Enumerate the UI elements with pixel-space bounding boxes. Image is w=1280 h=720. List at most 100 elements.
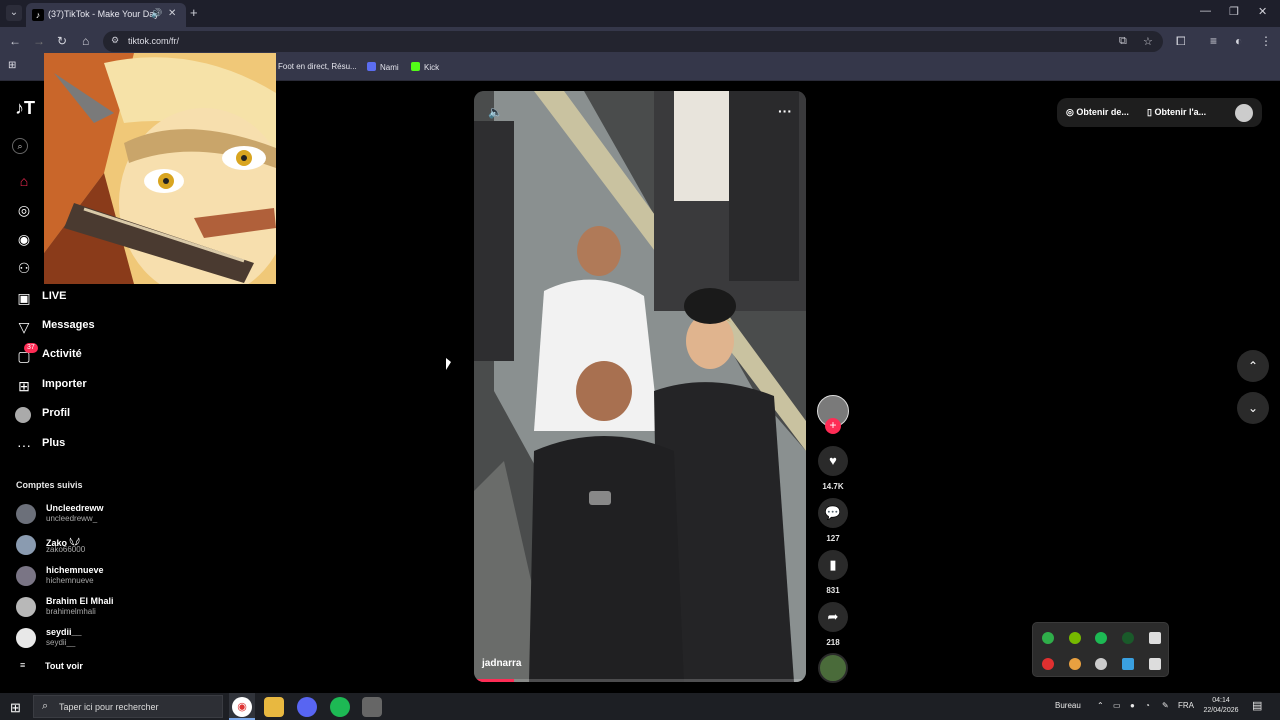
followed-account[interactable]: Zako 𓆩𓆪 zako66000	[16, 533, 216, 561]
video-author[interactable]: jadnarra	[482, 658, 521, 669]
overlay-image	[44, 53, 276, 284]
nav-label: Messages	[42, 319, 95, 331]
forward-icon[interactable]: →	[33, 34, 45, 48]
spotify-icon[interactable]	[1095, 632, 1107, 644]
clock-time: 04:14	[1212, 697, 1230, 704]
nav-label: Activité	[42, 348, 82, 360]
home-icon[interactable]: ⌂	[82, 34, 89, 48]
tab-search-button[interactable]: ⌄	[6, 5, 22, 21]
clock[interactable]: 04:14 22/04/2026	[1198, 696, 1244, 716]
close-window-button[interactable]: ✕	[1258, 5, 1267, 18]
nvidia-icon[interactable]	[1069, 632, 1081, 644]
followed-account[interactable]: Uncleedreww uncleedreww_	[16, 502, 216, 530]
media-icon[interactable]: ≡	[1210, 34, 1217, 48]
search-icon[interactable]: ⌕	[12, 138, 28, 154]
share-count: 218	[826, 638, 840, 647]
bookmark-label: Foot en direct, Résu...	[278, 62, 357, 71]
top-right-toolbar: ◎ Obtenir de... ▯ Obtenir l'a...	[1057, 98, 1262, 127]
share-icon[interactable]: ➦	[818, 602, 848, 632]
browser-tab-bar: ⌄ ♪ (37)TikTok - Make Your Day 🔊 ✕ + — ❐…	[0, 0, 1280, 27]
nav-profile[interactable]: Profil	[15, 404, 215, 426]
browser-menu-icon[interactable]: ⋮	[1260, 34, 1272, 48]
followed-account[interactable]: hichemnueve hichemnueve	[16, 564, 216, 592]
system-tray-overflow	[1032, 622, 1169, 677]
bookmark-star-icon[interactable]: ☆	[1143, 35, 1153, 48]
pen-icon[interactable]	[1095, 658, 1107, 670]
bookmark-item[interactable]: Foot en direct, Résu...	[278, 62, 357, 71]
microphone-icon[interactable]: ●	[1130, 701, 1135, 710]
bookmark-icon[interactable]: ▮	[818, 550, 848, 580]
follow-plus-icon[interactable]: +	[825, 418, 841, 434]
wifi-icon[interactable]: ◔	[1145, 701, 1150, 710]
taskbar-search-placeholder: Taper ici pour rechercher	[59, 702, 159, 712]
like-count: 14.7K	[822, 482, 844, 491]
tray-chevron-icon[interactable]: ⌃	[1097, 701, 1104, 710]
music-disc-icon[interactable]	[818, 653, 848, 683]
taskbar-search[interactable]: ⌕ Taper ici pour rechercher	[33, 695, 223, 718]
like-icon[interactable]: ♥	[818, 446, 848, 476]
nav-messages[interactable]: ▽ Messages	[15, 316, 215, 338]
address-bar[interactable]: ⚙ tiktok.com/fr/ ⧉ ☆	[103, 31, 1163, 52]
language-indicator[interactable]: FRA	[1178, 701, 1194, 710]
speaker-icon[interactable]: 🔊	[151, 8, 162, 19]
bookmark-item[interactable]: Kick	[411, 62, 439, 72]
video-progress-bar[interactable]	[474, 679, 806, 682]
close-tab-icon[interactable]: ✕	[168, 8, 176, 19]
notification-icon[interactable]: ▤	[1252, 699, 1262, 712]
nav-upload[interactable]: ⊞ Importer	[15, 375, 215, 397]
mic-icon[interactable]	[1042, 658, 1054, 670]
spotify-icon[interactable]	[330, 697, 350, 717]
get-coins-button[interactable]: ◎ Obtenir de...	[1066, 107, 1129, 118]
extensions-icon[interactable]: ⧠	[1176, 34, 1186, 49]
windows-start-icon[interactable]: ⊞	[10, 700, 21, 716]
install-app-icon[interactable]: ⧉	[1119, 35, 1127, 48]
tray-app-icon[interactable]	[1042, 632, 1054, 644]
nav-live[interactable]: ▣ LIVE	[15, 287, 215, 309]
back-icon[interactable]: ←	[9, 34, 21, 48]
chrome-icon[interactable]: ◉	[232, 697, 252, 717]
account-handle: brahimelmhali	[46, 607, 96, 616]
clock-date: 22/04/2026	[1203, 707, 1239, 714]
list-icon: ≡	[20, 660, 26, 670]
next-video-button[interactable]: ⌄	[1237, 392, 1269, 424]
defender-icon[interactable]	[1122, 658, 1134, 670]
tray-app-icon[interactable]	[1069, 658, 1081, 670]
tray-app-icon[interactable]	[1149, 632, 1161, 644]
bookmark-item[interactable]: Nami	[367, 62, 399, 72]
get-app-button[interactable]: ▯ Obtenir l'a...	[1147, 107, 1206, 118]
pen-icon[interactable]: ✎	[1162, 701, 1169, 710]
speaker-icon[interactable]: 🔈	[488, 105, 503, 119]
video-player[interactable]: 🔈 ··· jadnarra	[474, 91, 806, 682]
discord-icon[interactable]	[297, 697, 317, 717]
browser-tab[interactable]: ♪ (37)TikTok - Make Your Day 🔊 ✕	[26, 3, 186, 27]
restore-button[interactable]: ❐	[1229, 5, 1239, 18]
desktop-label[interactable]: Bureau	[1055, 701, 1081, 710]
apps-grid-icon[interactable]: ⊞	[8, 60, 16, 71]
file-explorer-icon[interactable]	[264, 697, 284, 717]
user-avatar[interactable]	[1235, 104, 1253, 122]
more-options-icon[interactable]: ···	[778, 103, 792, 119]
app-icon[interactable]	[362, 697, 382, 717]
reload-icon[interactable]: ↻	[57, 34, 67, 48]
comment-count: 127	[826, 534, 840, 543]
more-icon: ···	[17, 437, 31, 453]
network-icon[interactable]: ▭	[1113, 701, 1121, 710]
site-info-icon[interactable]: ⚙	[111, 35, 119, 46]
xbox-icon[interactable]	[1122, 632, 1134, 644]
nav-more[interactable]: ··· Plus	[15, 434, 215, 456]
previous-video-button[interactable]: ⌃	[1237, 350, 1269, 382]
see-all-link[interactable]: ≡ Tout voir	[20, 660, 83, 671]
nav-activity[interactable]: ▢ 37 Activité	[15, 343, 215, 367]
tab-title: (37)TikTok - Make Your Day	[48, 9, 159, 19]
followed-account[interactable]: seydii__ seydii__	[16, 626, 216, 654]
tiktok-logo[interactable]: ♪T	[15, 98, 35, 119]
usb-icon[interactable]	[1149, 658, 1161, 670]
profile-avatar-icon[interactable]: ◐	[1235, 34, 1242, 48]
search-icon: ⌕	[42, 700, 49, 712]
windows-taskbar: ⊞ ⌕ Taper ici pour rechercher ◉ Bureau ⌃…	[0, 693, 1280, 720]
minimize-button[interactable]: —	[1200, 5, 1211, 17]
kick-icon	[411, 62, 420, 71]
followed-account[interactable]: Brahim El Mhali brahimelmhali	[16, 595, 216, 623]
new-tab-button[interactable]: +	[190, 5, 198, 20]
comment-icon[interactable]: 💬	[818, 498, 848, 528]
